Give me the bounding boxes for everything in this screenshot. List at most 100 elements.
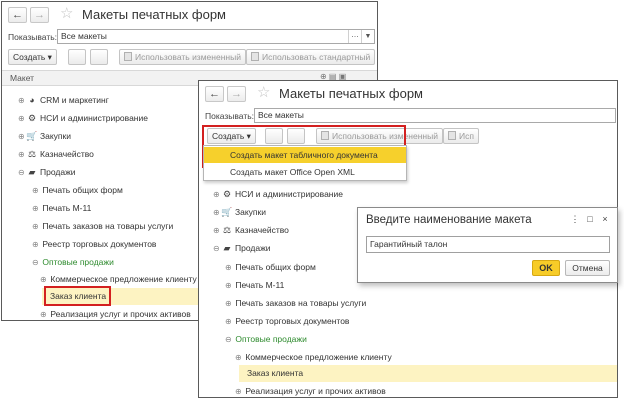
front-titlebar: ← → ☆ Макеты печатных форм [199, 81, 617, 107]
back-titlebar: ← → ☆ Макеты печатных форм [2, 2, 377, 28]
tree-label: Реестр торговых документов [42, 239, 157, 249]
tree-label: Печать М-11 [42, 203, 92, 213]
tree-row-purchases[interactable]: ⊕ 🛒 Закупки [213, 207, 266, 220]
tree-label: Печать заказов на товары услуги [42, 221, 174, 231]
favorite-star-icon[interactable]: ☆ [257, 84, 270, 102]
tree-row-commercial-offer[interactable]: ⊕ Коммерческое предложение клиенту [235, 352, 392, 365]
use-changed-button[interactable]: Использовать измененный [119, 49, 246, 65]
show-select-value: Все макеты [258, 110, 304, 120]
tree-label: Оптовые продажи [42, 257, 114, 267]
dialog-window-buttons: ⋮ □ × [566, 214, 611, 225]
forward-arrow-icon[interactable]: → [227, 86, 246, 102]
close-icon[interactable]: × [599, 214, 611, 224]
use-standard-button[interactable]: Исп [443, 128, 479, 144]
show-select[interactable]: Все макеты [254, 108, 616, 123]
tree-row-nsi[interactable]: ⊕ ⚙ НСИ и администрирование [213, 189, 343, 202]
tree-label: Закупки [235, 207, 266, 217]
maximize-icon[interactable]: □ [584, 214, 596, 224]
tree-label: Коммерческое предложение клиенту [245, 352, 392, 362]
gear-icon: ⚙ [27, 113, 37, 123]
copy-icon[interactable] [68, 49, 86, 65]
forward-arrow-icon[interactable]: → [30, 7, 49, 23]
tree-row-nsi[interactable]: ⊕ ⚙ НСИ и администрирование [18, 113, 148, 126]
chevron-down-icon[interactable]: ▼ [361, 30, 374, 43]
gear-icon: ⚙ [222, 189, 232, 199]
tree-row-wholesale[interactable]: ⊖ Оптовые продажи [32, 257, 114, 270]
create-button-label: Создать [13, 52, 46, 62]
favorite-star-icon[interactable]: ☆ [60, 5, 73, 23]
tree-label: Реализация услуг и прочих активов [50, 309, 191, 319]
create-dropdown-menu: Создать макет табличного документа Созда… [203, 145, 407, 181]
template-name-input[interactable]: Гарантийный талон [366, 236, 610, 253]
back-arrow-icon[interactable]: ← [8, 7, 27, 23]
create-button[interactable]: Создать ▾ [8, 49, 57, 65]
tree-row-print-common[interactable]: ⊕ Печать общих форм [32, 185, 123, 198]
name-dialog: Введите наименование макета ⋮ □ × Гарантий… [357, 207, 618, 283]
use-changed-label: Использовать измененный [135, 52, 241, 62]
treasury-icon: ⚖ [27, 149, 37, 159]
tree-label: Заказ клиента [247, 368, 304, 378]
doc-icon [124, 52, 132, 61]
tree-row-sales[interactable]: ⊖ ▰ Продажи [213, 243, 271, 256]
tree-label: Казначейство [40, 149, 94, 159]
tree-row-treasury[interactable]: ⊕ ⚖ Казначейство [213, 225, 289, 238]
cancel-button[interactable]: Отмена [565, 260, 610, 276]
tree-row-print-common[interactable]: ⊕ Печать общих форм [225, 262, 316, 275]
tree-label: Оптовые продажи [235, 334, 307, 344]
menu-item-create-ooxml[interactable]: Создать макет Office Open XML [204, 164, 406, 180]
chart-pie-icon: ◕ [29, 95, 35, 105]
tree-label: Реализация услуг и прочих активов [245, 386, 386, 396]
tree-row-print-orders[interactable]: ⊕ Печать заказов на товары услуги [225, 298, 366, 311]
tree-row-print-orders[interactable]: ⊕ Печать заказов на товары услуги [32, 221, 173, 234]
show-label: Показывать: [205, 111, 255, 121]
tree-row-sales-services[interactable]: ⊕ Реализация услуг и прочих активов [40, 309, 191, 320]
tree-row-purchases[interactable]: ⊕ 🛒 Закупки [18, 131, 71, 144]
show-select-value: Все макеты [61, 31, 107, 41]
tree-label: Печать заказов на товары услуги [235, 298, 367, 308]
tree-row-treasury[interactable]: ⊕ ⚖ Казначейство [18, 149, 94, 162]
template-name-value: Гарантийный талон [370, 239, 448, 249]
tree-row-wholesale[interactable]: ⊖ Оптовые продажи [225, 334, 307, 347]
column-header-label: Макет [10, 73, 35, 83]
tree-label: Казначейство [235, 225, 289, 235]
doc-icon [448, 131, 456, 140]
tree-row-print-m11[interactable]: ⊕ Печать М-11 [225, 280, 284, 293]
doc-icon [251, 52, 259, 61]
tree-label: Закупки [40, 131, 71, 141]
tree-label: НСИ и администрирование [40, 113, 148, 123]
tree-row-registry[interactable]: ⊕ Реестр торговых документов [32, 239, 156, 252]
dialog-title: Введите наименование макета [366, 214, 532, 226]
more-icon[interactable]: ⋮ [569, 214, 581, 225]
bag-icon: ▰ [223, 243, 231, 253]
red-highlight-frame [44, 286, 111, 306]
show-select[interactable]: Все макеты … ▼ [57, 29, 375, 44]
tree-row-client-order[interactable]: Заказ клиента [247, 368, 303, 381]
show-label: Показывать: [8, 32, 58, 42]
back-arrow-icon[interactable]: ← [205, 86, 224, 102]
tree-row-sales[interactable]: ⊖ ▰ Продажи [18, 167, 76, 180]
treasury-icon: ⚖ [222, 225, 232, 235]
tree-row-sales-services[interactable]: ⊕ Реализация услуг и прочих активов [235, 386, 386, 397]
back-window-title: Макеты печатных форм [82, 7, 226, 22]
front-window-title: Макеты печатных форм [279, 86, 423, 101]
tree-label: CRM и маркетинг [40, 95, 109, 105]
tree-label: Печать общих форм [235, 262, 316, 272]
ok-button[interactable]: OK [532, 260, 560, 276]
use-standard-label: Исп [459, 131, 474, 141]
use-standard-label: Использовать стандартный [262, 52, 371, 62]
tree-label: Печать М-11 [235, 280, 285, 290]
tree-label: Печать общих форм [42, 185, 123, 195]
tree-label: НСИ и администрирование [235, 189, 343, 199]
ellipsis-icon[interactable]: … [348, 30, 361, 43]
tree-row-crm[interactable]: ⊕ ◕ CRM и маркетинг [18, 95, 109, 108]
edit-icon[interactable] [90, 49, 108, 65]
use-standard-button[interactable]: Использовать стандартный [246, 49, 376, 65]
menu-item-create-spreadsheet[interactable]: Создать макет табличного документа [204, 147, 406, 163]
tree-label: Продажи [235, 243, 271, 253]
tree-row-print-m11[interactable]: ⊕ Печать М-11 [32, 203, 91, 216]
tree-label: Продажи [40, 167, 76, 177]
tree-label: Реестр торговых документов [235, 316, 350, 326]
bag-icon: ▰ [28, 167, 36, 177]
tree-row-registry[interactable]: ⊕ Реестр торговых документов [225, 316, 349, 329]
cart-icon: 🛒 [221, 207, 233, 217]
